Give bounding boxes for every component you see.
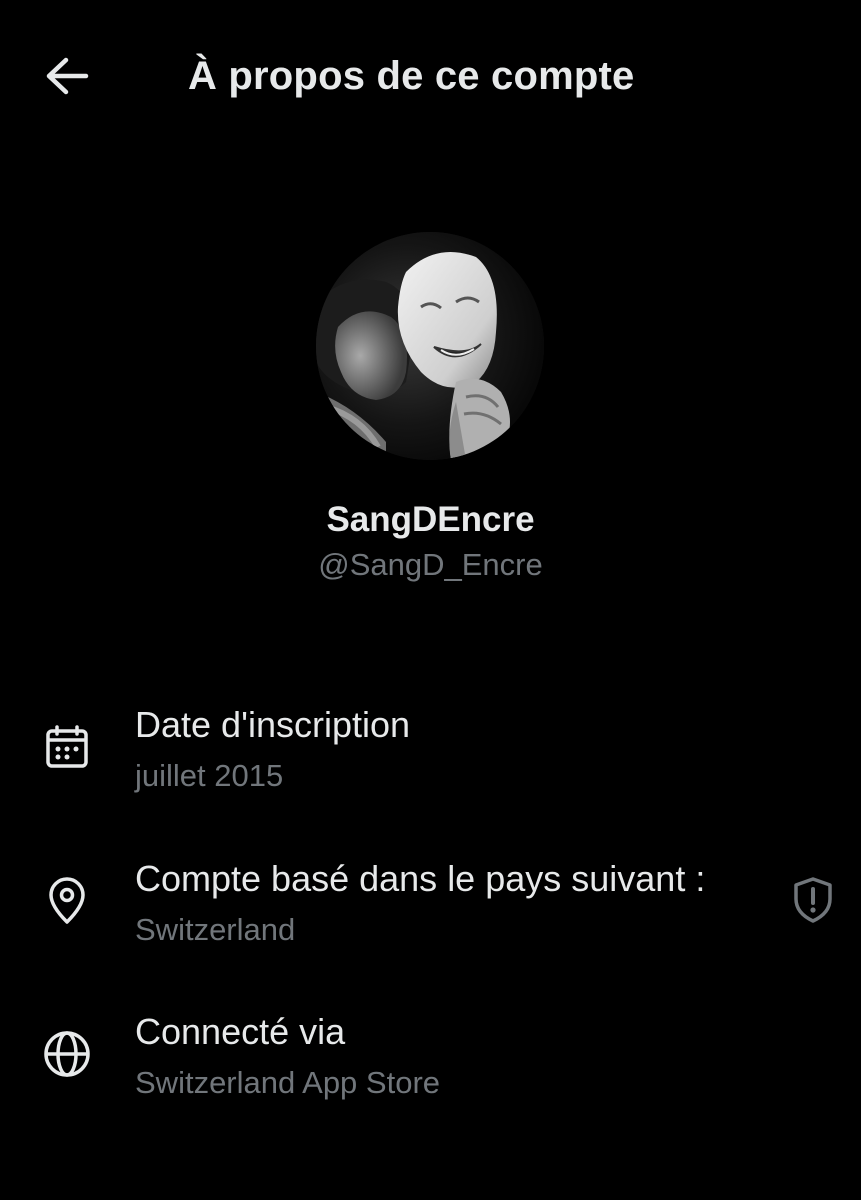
display-name: SangDEncre xyxy=(326,500,535,539)
page-title: À propos de ce compte xyxy=(188,54,635,98)
connected-via-row: Connecté via Switzerland App Store xyxy=(0,1007,861,1127)
country-label: Compte basé dans le pays suivant : xyxy=(135,858,706,899)
arrow-left-icon xyxy=(44,56,90,101)
country-row: Compte basé dans le pays suivant : Switz… xyxy=(0,854,861,974)
globe-icon xyxy=(40,1027,94,1081)
back-button[interactable] xyxy=(38,52,96,104)
country-value: Switzerland xyxy=(135,912,296,947)
connected-via-label: Connecté via xyxy=(135,1011,346,1052)
top-bar: À propos de ce compte xyxy=(0,0,861,155)
join-date-row: Date d'inscription juillet 2015 xyxy=(0,700,861,820)
avatar[interactable] xyxy=(316,232,544,460)
shield-alert-icon xyxy=(790,875,836,930)
join-date-value: juillet 2015 xyxy=(135,758,284,793)
join-date-label: Date d'inscription xyxy=(135,704,411,745)
country-info-button[interactable] xyxy=(785,874,841,930)
calendar-icon xyxy=(40,720,94,774)
connected-via-value: Switzerland App Store xyxy=(135,1065,441,1100)
location-pin-icon xyxy=(40,874,94,928)
handle: @SangD_Encre xyxy=(318,547,543,582)
